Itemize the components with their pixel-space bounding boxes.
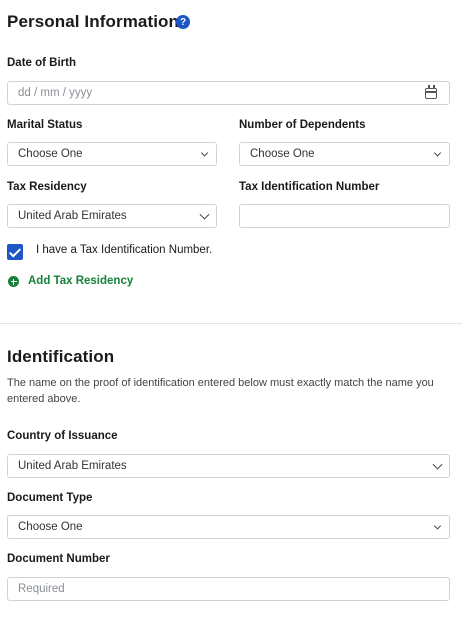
calendar-icon[interactable] <box>425 85 437 99</box>
dependents-select[interactable]: Choose One <box>239 142 450 166</box>
section-title-identification: Identification <box>7 347 115 366</box>
marital-status-label: Marital Status <box>7 119 83 131</box>
document-type-select[interactable]: Choose One <box>7 515 450 539</box>
dependents-label: Number of Dependents <box>239 119 366 131</box>
document-type-value: Choose One <box>18 521 83 533</box>
has-tin-label: I have a Tax Identification Number. <box>36 244 213 256</box>
marital-status-value: Choose One <box>18 148 83 160</box>
has-tin-checkbox[interactable] <box>7 244 23 260</box>
dependents-value: Choose One <box>250 148 315 160</box>
document-number-placeholder: Required <box>18 583 65 595</box>
country-issuance-label: Country of Issuance <box>7 430 118 442</box>
section-title-personal: Personal Information <box>7 12 180 31</box>
document-number-input[interactable]: Required <box>7 577 450 601</box>
dob-placeholder: dd / mm / yyyy <box>18 87 93 99</box>
tax-residency-select[interactable]: United Arab Emirates <box>7 204 217 228</box>
country-issuance-select[interactable]: United Arab Emirates <box>7 454 450 478</box>
document-number-label: Document Number <box>7 553 110 565</box>
document-type-label: Document Type <box>7 492 93 504</box>
help-icon[interactable]: ? <box>176 15 190 29</box>
country-issuance-value: United Arab Emirates <box>18 460 127 472</box>
tin-input[interactable] <box>239 204 450 228</box>
tax-residency-value: United Arab Emirates <box>18 210 127 222</box>
add-tax-residency-link[interactable]: Add Tax Residency <box>28 275 133 287</box>
dob-field[interactable]: dd / mm / yyyy <box>7 81 450 105</box>
section-divider <box>0 323 462 324</box>
marital-status-select[interactable]: Choose One <box>7 142 217 166</box>
tin-label: Tax Identification Number <box>239 181 380 193</box>
tax-residency-label: Tax Residency <box>7 181 87 193</box>
plus-circle-icon[interactable] <box>8 276 19 287</box>
dob-label: Date of Birth <box>7 57 76 69</box>
identification-description: The name on the proof of identification … <box>7 377 434 405</box>
